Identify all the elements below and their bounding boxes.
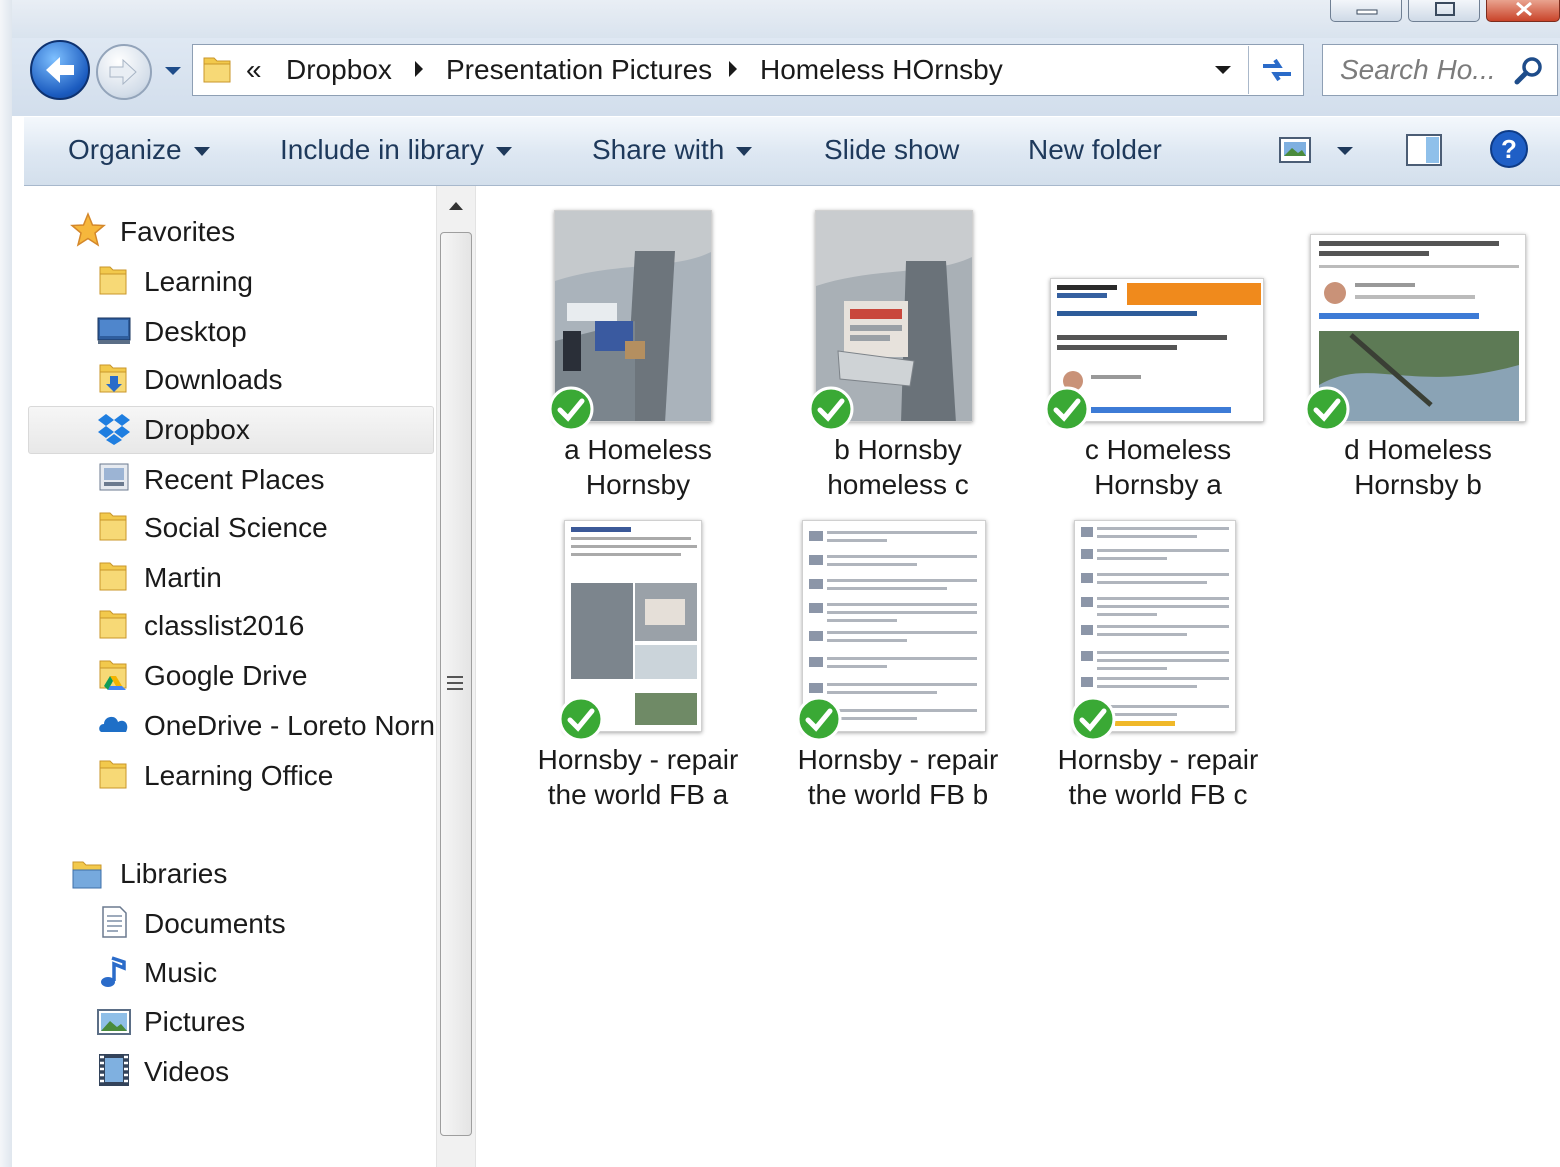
share-with-menu[interactable]: Share with — [592, 128, 753, 172]
folder-icon — [99, 760, 127, 789]
slide-show-button[interactable]: Slide show — [824, 128, 959, 172]
nav-item-pictures[interactable]: Pictures — [144, 1000, 245, 1044]
google-drive-folder-icon — [99, 660, 127, 690]
close-icon — [1516, 2, 1532, 16]
forward-arrow-icon — [109, 58, 137, 86]
nav-item-downloads[interactable]: Downloads — [144, 358, 283, 402]
folder-icon — [99, 562, 127, 591]
svg-text:?: ? — [1501, 134, 1517, 164]
libraries-icon — [72, 861, 102, 889]
preview-pane-icon[interactable] — [1404, 132, 1444, 168]
search-input[interactable] — [1340, 48, 1500, 92]
breadcrumb-overflow[interactable]: « — [246, 48, 262, 92]
sync-check-icon — [558, 696, 604, 742]
nav-item-learning[interactable]: Learning — [144, 260, 253, 304]
dropbox-icon — [98, 414, 130, 445]
downloads-folder-icon — [99, 364, 127, 393]
videos-icon — [99, 1054, 129, 1086]
minimize-button[interactable] — [1330, 0, 1402, 22]
nav-item-videos[interactable]: Videos — [144, 1050, 229, 1094]
nav-item-martin[interactable]: Martin — [144, 556, 222, 600]
folder-icon — [203, 57, 231, 83]
back-button[interactable] — [30, 40, 90, 100]
chevron-down-icon — [193, 147, 210, 157]
breadcrumb-presentation-pictures[interactable]: Presentation Pictures — [446, 48, 712, 92]
sync-check-icon — [796, 696, 842, 742]
refresh-icon — [1263, 58, 1291, 82]
pictures-icon — [97, 1009, 131, 1035]
file-name[interactable]: d Homeless Hornsby b — [1298, 432, 1538, 502]
nav-item-google-drive[interactable]: Google Drive — [144, 654, 307, 698]
maximize-button[interactable] — [1408, 0, 1480, 22]
file-name[interactable]: Hornsby - repair the world FB c — [1038, 742, 1278, 812]
file-name[interactable]: c Homeless Hornsby a — [1038, 432, 1278, 502]
nav-favorites-header[interactable]: Favorites — [120, 210, 235, 254]
maximize-icon — [1435, 2, 1455, 16]
sync-check-icon — [1044, 386, 1090, 432]
share-with-label: Share with — [592, 134, 725, 165]
nav-item-music[interactable]: Music — [144, 951, 217, 995]
include-in-library-menu[interactable]: Include in library — [280, 128, 512, 172]
forward-button[interactable] — [96, 44, 152, 100]
breadcrumb-dropbox[interactable]: Dropbox — [286, 48, 392, 92]
file-name[interactable]: Hornsby - repair the world FB a — [518, 742, 758, 812]
nav-item-classlist2016[interactable]: classlist2016 — [144, 604, 304, 648]
recent-places-icon — [99, 463, 129, 491]
nav-libraries-header[interactable]: Libraries — [120, 852, 227, 896]
scroll-up-icon[interactable] — [438, 188, 474, 224]
chevron-right-icon[interactable] — [726, 58, 740, 80]
documents-icon — [102, 906, 127, 938]
include-in-library-label: Include in library — [280, 134, 484, 165]
nav-item-learning-office[interactable]: Learning Office — [144, 754, 333, 798]
chevron-down-icon[interactable] — [162, 62, 184, 80]
chevron-down-icon — [736, 147, 753, 157]
music-icon — [101, 956, 126, 987]
nav-item-dropbox[interactable]: Dropbox — [144, 408, 250, 452]
file-name[interactable]: b Hornsby homeless c — [778, 432, 1018, 502]
help-icon[interactable]: ? — [1488, 128, 1530, 170]
nav-item-onedrive[interactable]: OneDrive - Loreto Norn — [144, 704, 434, 748]
file-name[interactable]: Hornsby - repair the world FB b — [778, 742, 1018, 812]
nav-item-desktop[interactable]: Desktop — [144, 310, 247, 354]
back-arrow-icon — [46, 57, 74, 83]
chevron-down-icon — [495, 147, 512, 157]
desktop-icon — [97, 317, 131, 344]
file-name[interactable]: a Homeless Hornsby — [518, 432, 758, 502]
nav-item-documents[interactable]: Documents — [144, 902, 286, 946]
sync-check-icon — [1304, 386, 1350, 432]
scroll-grip-icon — [447, 676, 463, 690]
folder-icon — [99, 266, 127, 295]
organize-label: Organize — [68, 134, 182, 165]
sync-check-icon — [1070, 696, 1116, 742]
sync-check-icon — [548, 386, 594, 432]
change-view-icon[interactable] — [1278, 134, 1312, 166]
refresh-button[interactable] — [1248, 46, 1304, 94]
nav-item-social-science[interactable]: Social Science — [144, 506, 328, 550]
breadcrumb-homeless-hornsby[interactable]: Homeless HOrnsby — [760, 48, 1003, 92]
nav-item-recent-places[interactable]: Recent Places — [144, 458, 325, 502]
window-left-border — [0, 0, 12, 1167]
chevron-right-icon[interactable] — [412, 58, 426, 80]
search-icon[interactable] — [1512, 54, 1546, 88]
new-folder-button[interactable]: New folder — [1028, 128, 1162, 172]
command-bar — [24, 116, 1560, 186]
title-bar[interactable] — [12, 0, 1560, 38]
favorites-star-icon — [70, 212, 106, 247]
organize-menu[interactable]: Organize — [68, 128, 210, 172]
close-button[interactable] — [1486, 0, 1560, 22]
folder-icon — [99, 610, 127, 639]
onedrive-icon — [99, 716, 128, 732]
chevron-down-icon[interactable] — [1334, 142, 1356, 160]
folder-icon — [99, 512, 127, 541]
chevron-down-icon[interactable] — [1212, 60, 1234, 80]
sync-check-icon — [808, 386, 854, 432]
minimize-icon — [1356, 9, 1378, 15]
